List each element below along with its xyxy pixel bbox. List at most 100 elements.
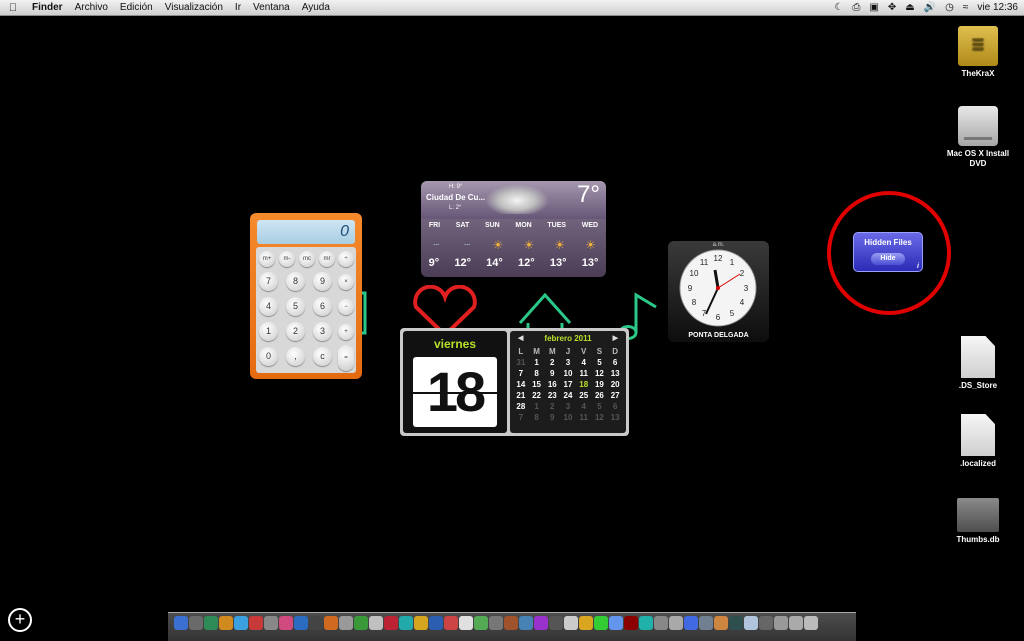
calendar-date[interactable]: 1 — [529, 402, 545, 411]
calendar-date[interactable]: 27 — [607, 391, 623, 400]
dock-app-icon[interactable] — [264, 616, 278, 630]
time-machine-icon[interactable]: ▣ — [869, 2, 878, 13]
calendar-date[interactable]: 23 — [544, 391, 560, 400]
dock-app-icon[interactable] — [234, 616, 248, 630]
calendar-date[interactable]: 13 — [607, 413, 623, 422]
calendar-date[interactable]: 8 — [529, 413, 545, 422]
calendar-date[interactable]: 6 — [607, 358, 623, 367]
calc-key-4[interactable]: 4 — [259, 297, 278, 316]
calendar-date[interactable]: 31 — [513, 358, 529, 367]
menu-visualizacion[interactable]: Visualización — [159, 2, 229, 13]
calendar-date[interactable]: 7 — [513, 413, 529, 422]
dock-app-icon[interactable] — [534, 616, 548, 630]
next-month-icon[interactable]: ▶ — [613, 334, 618, 342]
dock-app-icon[interactable] — [789, 616, 803, 630]
eject-icon[interactable]: ⏏ — [905, 2, 914, 13]
menu-edicion[interactable]: Edición — [114, 2, 159, 13]
calendar-widget[interactable]: viernes 18 ◀ febrero 2011 ▶ L M M J V S D 31 1 2 3… — [400, 328, 629, 436]
calendar-date[interactable]: 4 — [576, 358, 592, 367]
dock-app-icon[interactable] — [759, 616, 773, 630]
dock-app-icon[interactable] — [369, 616, 383, 630]
prev-month-icon[interactable]: ◀ — [518, 334, 523, 342]
calendar-date[interactable]: 5 — [592, 402, 608, 411]
dock-app-icon[interactable] — [594, 616, 608, 630]
menu-archivo[interactable]: Archivo — [69, 2, 114, 13]
desktop-icon-thekrax[interactable]: TheKraX — [943, 26, 1013, 79]
calendar-date[interactable]: 1 — [529, 358, 545, 367]
calculator-widget[interactable]: 0 m+ m- mc mr ÷ 7 8 9 × 4 5 6 − 1 2 3 + … — [250, 213, 362, 379]
dock-app-icon[interactable] — [354, 616, 368, 630]
dock-app-icon[interactable] — [399, 616, 413, 630]
calendar-date[interactable]: 16 — [544, 380, 560, 389]
calc-key-mc[interactable]: mc — [299, 251, 315, 267]
calendar-date[interactable]: 11 — [576, 369, 592, 378]
dock-app-icon[interactable] — [204, 616, 218, 630]
dock-app-icon[interactable] — [444, 616, 458, 630]
menu-finder[interactable]: Finder — [26, 2, 69, 13]
dock-app-icon[interactable] — [579, 616, 593, 630]
dock-app-icon[interactable] — [489, 616, 503, 630]
dock-app-icon[interactable] — [519, 616, 533, 630]
calendar-date[interactable]: 10 — [560, 369, 576, 378]
dock-app-icon[interactable] — [639, 616, 653, 630]
calendar-date[interactable]: 19 — [592, 380, 608, 389]
calendar-date[interactable]: 10 — [560, 413, 576, 422]
dock-app-icon[interactable] — [339, 616, 353, 630]
dock-app-icon[interactable] — [504, 616, 518, 630]
dock-app-icon[interactable] — [774, 616, 788, 630]
calc-key-mr[interactable]: mr — [319, 251, 335, 267]
wifi-icon[interactable]: ≈ — [963, 2, 969, 13]
dock-app-icon[interactable] — [174, 616, 188, 630]
dock-app-icon[interactable] — [624, 616, 638, 630]
calendar-date[interactable]: 9 — [544, 369, 560, 378]
calc-key-comma[interactable]: , — [286, 347, 305, 366]
dock-app-icon[interactable] — [324, 616, 338, 630]
calc-key-divide[interactable]: ÷ — [338, 251, 354, 267]
dock-app-icon[interactable] — [474, 616, 488, 630]
calc-key-5[interactable]: 5 — [286, 297, 305, 316]
calendar-date[interactable]: 20 — [607, 380, 623, 389]
dock-app-icon[interactable] — [189, 616, 203, 630]
calc-key-0[interactable]: 0 — [259, 347, 278, 366]
desktop-icon-install-dvd[interactable]: Mac OS X Install DVD — [943, 106, 1013, 169]
sync-icon[interactable]: ⎙ — [852, 2, 860, 13]
calendar-date[interactable]: 3 — [560, 358, 576, 367]
dock-app-icon[interactable] — [564, 616, 578, 630]
dock-app-icon[interactable] — [714, 616, 728, 630]
desktop-icon-ds-store[interactable]: .DS_Store — [943, 336, 1013, 391]
calc-key-9[interactable]: 9 — [313, 272, 332, 291]
calendar-date[interactable]: 8 — [529, 369, 545, 378]
calendar-date[interactable]: 12 — [592, 413, 608, 422]
info-icon[interactable]: i — [917, 263, 919, 270]
calendar-date[interactable]: 28 — [513, 402, 529, 411]
calendar-date[interactable]: 2 — [544, 358, 560, 367]
calendar-date[interactable]: 17 — [560, 380, 576, 389]
apple-icon[interactable]:  — [0, 2, 26, 14]
calc-key-clear[interactable]: c — [313, 347, 332, 366]
dock-app-icon[interactable] — [699, 616, 713, 630]
menu-ir[interactable]: Ir — [229, 2, 247, 13]
dock-app-icon[interactable] — [654, 616, 668, 630]
hide-button[interactable]: Hide — [871, 253, 905, 265]
calendar-date[interactable]: 21 — [513, 391, 529, 400]
calc-key-plus[interactable]: + — [338, 324, 354, 340]
dock-app-icon[interactable] — [669, 616, 683, 630]
volume-icon[interactable]: 🔊 — [924, 2, 936, 13]
menu-ayuda[interactable]: Ayuda — [296, 2, 336, 13]
calendar-date[interactable]: 5 — [592, 358, 608, 367]
menubar-clock[interactable]: vie 12:36 — [977, 2, 1018, 13]
dock-app-icon[interactable] — [459, 616, 473, 630]
calendar-date[interactable]: 24 — [560, 391, 576, 400]
dock-app-icon[interactable] — [309, 616, 323, 630]
world-clock-widget[interactable]: a.m. 12 1 2 3 4 5 6 7 8 9 10 11 PONTA DE… — [668, 241, 769, 342]
bluetooth-icon[interactable]: ✥ — [888, 2, 896, 13]
calc-key-3[interactable]: 3 — [313, 322, 332, 341]
calendar-date[interactable]: 15 — [529, 380, 545, 389]
clock-status-icon[interactable]: ◷ — [945, 2, 954, 13]
calc-key-mplus[interactable]: m+ — [259, 251, 275, 267]
dock-app-icon[interactable] — [294, 616, 308, 630]
dock-app-icon[interactable] — [414, 616, 428, 630]
dock-app-icon[interactable] — [744, 616, 758, 630]
calc-key-multiply[interactable]: × — [338, 274, 354, 290]
dock-app-icon[interactable] — [609, 616, 623, 630]
